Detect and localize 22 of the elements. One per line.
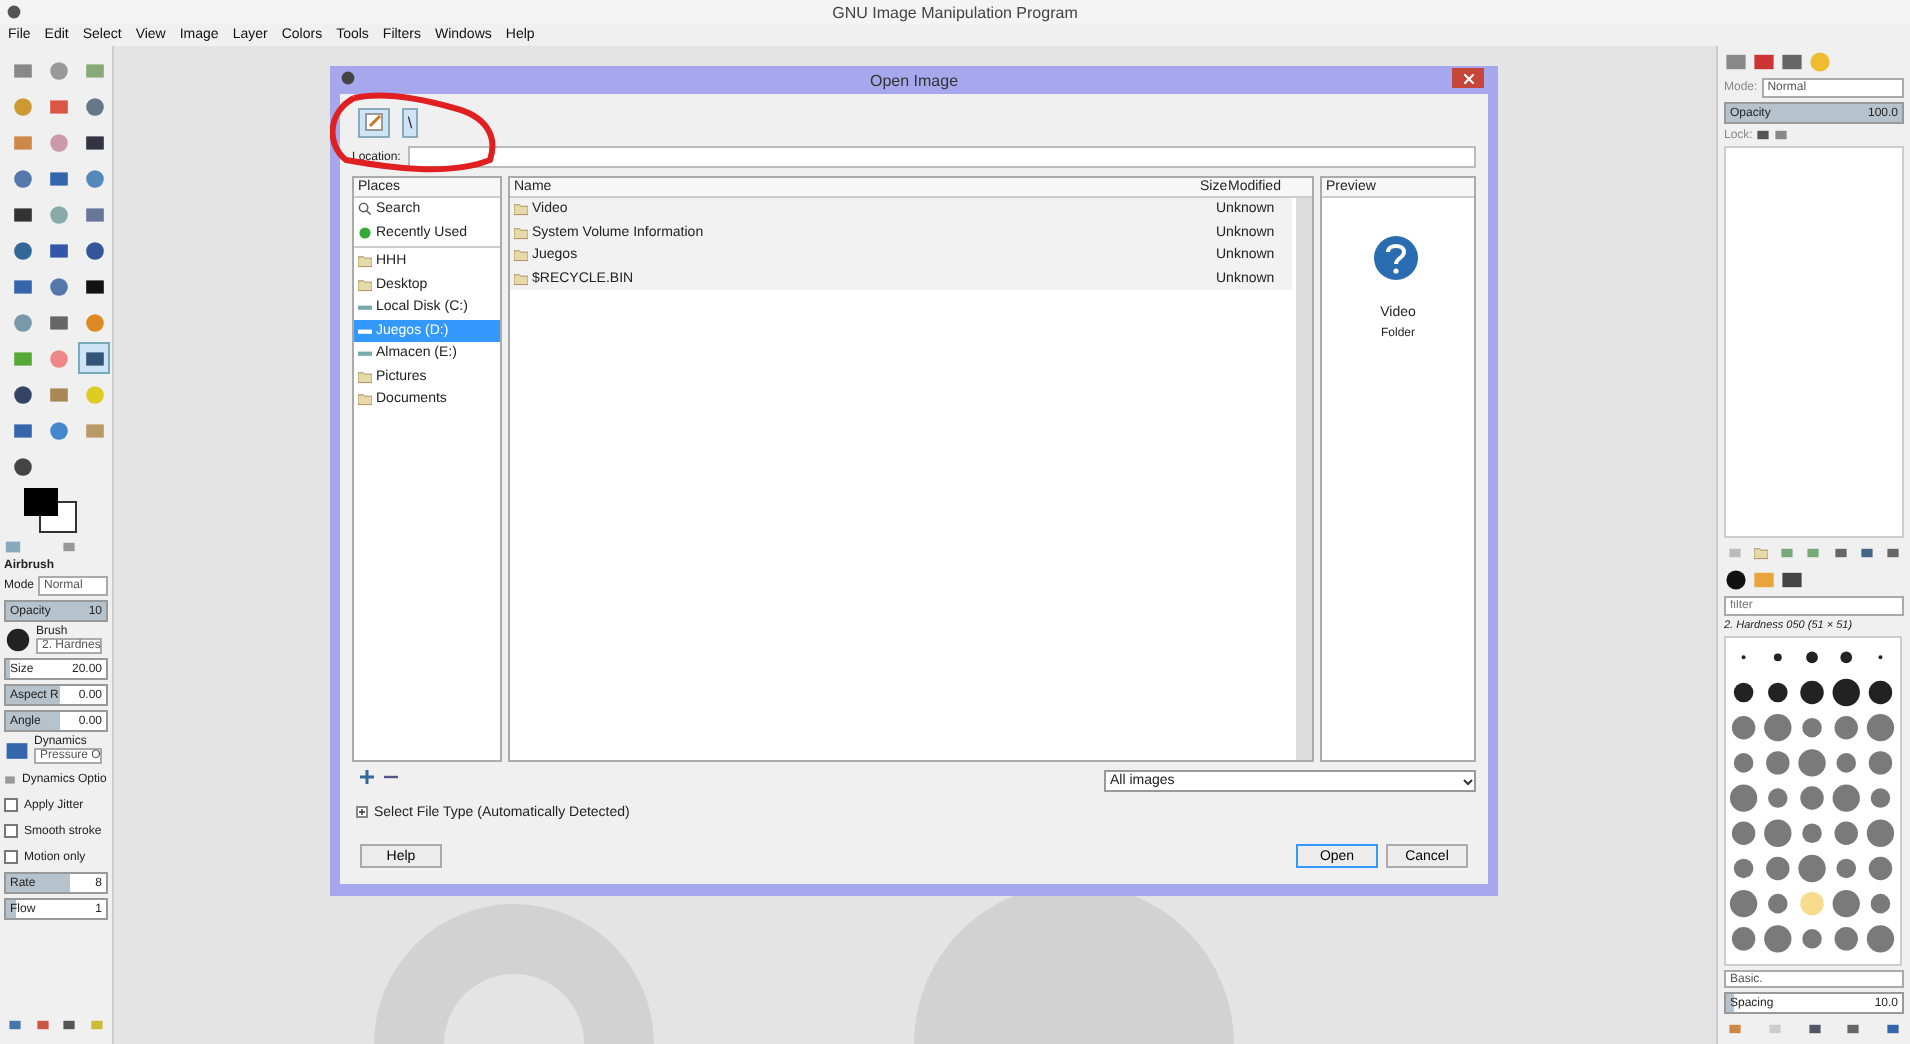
close-button[interactable]	[1452, 68, 1484, 88]
location-field[interactable]	[408, 146, 1476, 168]
brush-preview-icon	[4, 626, 32, 654]
window-title: GNU Image Manipulation Program	[832, 3, 1078, 21]
brush-grid-drawing[interactable]	[1724, 636, 1902, 966]
tool-button[interactable]	[78, 342, 110, 374]
add-icon[interactable]	[360, 769, 374, 783]
scrollbar[interactable]	[1296, 198, 1312, 760]
pencil-icon	[364, 112, 384, 132]
search-icon	[358, 202, 372, 217]
edit-location-button[interactable]	[358, 107, 390, 137]
folder-icon	[1754, 546, 1769, 560]
dialog-title: Open Image	[869, 71, 959, 89]
caret-icon	[1462, 775, 1474, 787]
path-button[interactable]: \	[402, 107, 418, 137]
checkbox[interactable]	[4, 850, 18, 864]
question-mark-icon	[1372, 234, 1424, 286]
checkbox[interactable]	[4, 798, 18, 812]
close-icon	[1463, 73, 1473, 83]
checkbox[interactable]	[4, 824, 18, 838]
clock-icon	[358, 225, 372, 240]
color-swatches-icon[interactable]	[20, 486, 80, 534]
